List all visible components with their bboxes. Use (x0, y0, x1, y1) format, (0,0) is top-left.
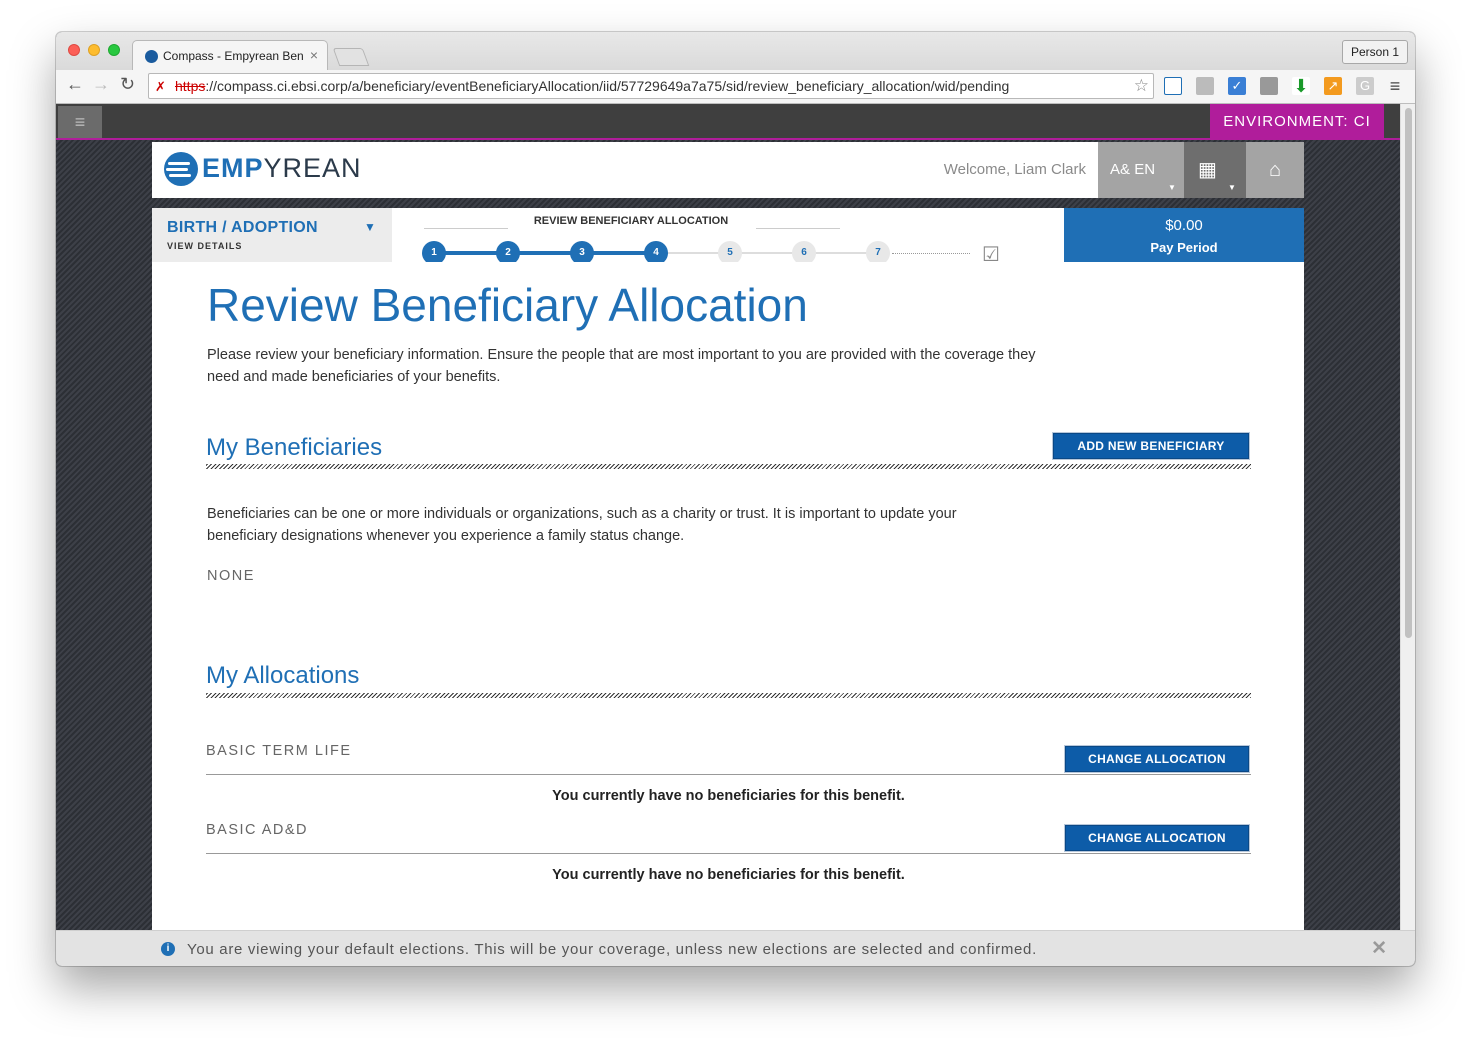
environment-badge: ENVIRONMENT: CI (1210, 104, 1384, 140)
add-new-beneficiary-button[interactable]: ADD NEW BENEFICIARY (1053, 433, 1249, 459)
notice-text: You are viewing your default elections. … (187, 941, 1037, 958)
empyrean-logo-icon[interactable] (164, 152, 198, 186)
life-event-selector[interactable]: BIRTH / ADOPTION ▼ VIEW DETAILS (152, 208, 392, 262)
home-icon: ⌂ (1268, 159, 1282, 181)
translate-icon: A& (1110, 161, 1131, 178)
progress-track-remaining (656, 252, 878, 254)
allocations-heading: My Allocations (206, 662, 360, 689)
pay-period-label: Pay Period (1150, 240, 1218, 255)
browser-toolbar: ← → ↻ ✗ https://compass.ci.ebsi.corp/a/be… (56, 70, 1415, 104)
pay-period-cost: $0.00 Pay Period (1064, 208, 1304, 262)
main-content: Review Beneficiary Allocation Please rev… (152, 262, 1304, 930)
no-beneficiaries-message: You currently have no beneficiaries for … (552, 788, 905, 804)
checklist-icon[interactable]: ✓ (1228, 77, 1246, 95)
web-page: ≡ ENVIRONMENT: CI EMPYREAN Welcome, Liam… (56, 104, 1400, 930)
benefit-rule (206, 853, 1251, 854)
site-header: EMPYREAN Welcome, Liam Clark A& EN ▼ ▦ ▼… (152, 142, 1304, 198)
download-arrow-icon[interactable]: ⬇ (1292, 77, 1310, 95)
new-tab-button[interactable] (332, 48, 370, 66)
change-allocation-button[interactable]: CHANGE ALLOCATION (1065, 825, 1249, 851)
browser-tab[interactable]: Compass - Empyrean Bene × (132, 40, 328, 70)
view-details-link[interactable]: VIEW DETAILS (167, 241, 242, 251)
bookmark-star-icon[interactable]: ☆ (1134, 74, 1149, 98)
beneficiaries-description: Beneficiaries can be one or more individ… (207, 506, 957, 544)
app-top-bar: ≡ ENVIRONMENT: CI (56, 104, 1400, 140)
scrollbar-thumb[interactable] (1405, 108, 1412, 638)
chart-extension-icon[interactable]: ↗ (1324, 77, 1342, 95)
browser-window: Compass - Empyrean Bene × Person 1 ← → ↻… (56, 32, 1415, 966)
change-allocation-button[interactable]: CHANGE ALLOCATION (1065, 746, 1249, 772)
benefit-name: BASIC AD&D (206, 822, 309, 838)
logo-bold-part: EMP (202, 153, 264, 183)
favicon-icon (145, 50, 158, 63)
section-divider (206, 464, 1251, 469)
tab-title: Compass - Empyrean Bene (163, 49, 303, 63)
progress-track-complete (434, 251, 656, 255)
default-elections-notice: i You are viewing your default elections… (56, 930, 1415, 966)
benefit-name: BASIC TERM LIFE (206, 743, 352, 759)
chevron-down-icon: ▼ (364, 220, 376, 234)
camera-icon[interactable] (1260, 77, 1278, 95)
page-scrollbar[interactable] (1400, 104, 1415, 930)
profile-button[interactable]: Person 1 (1341, 40, 1408, 64)
url-scheme: https (175, 78, 206, 94)
progress-track-final (892, 253, 970, 254)
tab-strip: Compass - Empyrean Bene × Person 1 (56, 32, 1415, 70)
address-bar[interactable]: ✗ https://compass.ci.ebsi.corp/a/benefici… (148, 73, 1154, 99)
close-window-button[interactable] (68, 44, 80, 56)
welcome-message: Welcome, Liam Clark (943, 161, 1086, 178)
info-icon: i (161, 942, 175, 956)
url-text: ://compass.ci.ebsi.corp/a/beneficiary/ev… (205, 78, 1010, 94)
page-title: Review Beneficiary Allocation (207, 279, 808, 331)
logo-rest-part: YREAN (263, 153, 362, 183)
title-rule-left (424, 228, 508, 229)
title-rule-right (756, 228, 840, 229)
insecure-lock-icon[interactable]: ✗ (155, 75, 166, 98)
minimize-window-button[interactable] (88, 44, 100, 56)
close-icon[interactable]: ✕ (1371, 937, 1387, 960)
empyrean-logo-text[interactable]: EMPYREAN (202, 153, 362, 184)
calculator-button[interactable]: ▦ ▼ (1184, 142, 1246, 198)
hamburger-menu-icon[interactable]: ≡ (58, 106, 102, 138)
calculator-icon: ▦ (1198, 159, 1217, 181)
language-selector[interactable]: A& EN ▼ (1098, 142, 1184, 198)
language-code: EN (1134, 161, 1156, 178)
home-button[interactable]: ⌂ (1246, 142, 1304, 198)
grammar-extension-icon[interactable]: G (1356, 77, 1374, 95)
enrollment-progress: BIRTH / ADOPTION ▼ VIEW DETAILS REVIEW B… (152, 208, 1304, 266)
section-divider (206, 693, 1251, 698)
screen-capture-icon[interactable] (1164, 77, 1182, 95)
event-title: BIRTH / ADOPTION (167, 219, 318, 236)
zoom-window-button[interactable] (108, 44, 120, 56)
reload-icon[interactable]: ↻ (120, 74, 135, 95)
linkedin-icon[interactable] (1196, 77, 1214, 95)
back-arrow-icon[interactable]: ← (66, 74, 84, 95)
no-beneficiaries-message: You currently have no beneficiaries for … (552, 867, 905, 883)
intro-text: Please review your beneficiary informati… (207, 347, 1036, 385)
tab-close-icon[interactable]: × (310, 47, 318, 63)
chrome-menu-icon[interactable]: ≡ (1386, 77, 1404, 95)
pay-amount: $0.00 (1165, 217, 1203, 234)
current-step-title: REVIEW BENEFICIARY ALLOCATION (533, 215, 729, 227)
benefit-rule (206, 774, 1251, 775)
beneficiaries-heading: My Beneficiaries (206, 434, 383, 461)
no-beneficiaries-label: NONE (207, 568, 255, 584)
forward-arrow-icon[interactable]: → (92, 74, 110, 95)
